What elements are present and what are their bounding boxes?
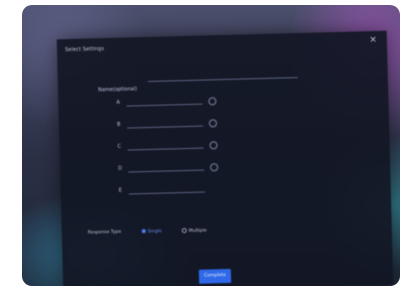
option-letter: B [116, 121, 121, 128]
radio-icon [181, 228, 187, 234]
name-row: Name(optional) [98, 70, 328, 95]
name-label: Name(optional) [98, 86, 138, 94]
option-row-e: E [119, 185, 239, 198]
option-letter: D [118, 165, 123, 172]
option-row-c: C [117, 141, 237, 154]
option-letter: A [116, 99, 120, 106]
option-d-input[interactable] [128, 169, 205, 173]
minus-circle-icon[interactable] [210, 163, 219, 172]
option-c-input[interactable] [127, 147, 204, 151]
option-row-a: A [116, 97, 236, 110]
response-type-row: Response Type Single Multiple [88, 226, 258, 240]
option-a-input[interactable] [126, 103, 203, 107]
option-row-b: B [117, 119, 237, 132]
dialog-title: Select Settings [64, 46, 105, 54]
single-radio-label: Single [147, 229, 162, 235]
multiple-radio-label: Multiple [188, 228, 207, 234]
option-row-d: D [118, 163, 238, 176]
close-icon[interactable]: × [369, 35, 377, 45]
response-type-label: Response Type [87, 229, 122, 236]
minus-circle-icon[interactable] [209, 141, 218, 150]
minus-circle-icon[interactable] [208, 119, 218, 128]
select-settings-dialog: Select Settings × Name(optional) A B C D [56, 30, 394, 286]
option-letter: C [117, 143, 122, 150]
complete-button[interactable]: Complete [198, 268, 232, 284]
screenshot-frame: Select Settings × Name(optional) A B C D [22, 5, 400, 286]
option-e-input[interactable] [128, 191, 205, 195]
minus-circle-icon[interactable] [208, 97, 217, 106]
radio-icon [141, 229, 146, 234]
option-b-input[interactable] [127, 125, 204, 129]
multiple-radio[interactable]: Multiple [181, 228, 207, 235]
single-radio[interactable]: Single [141, 229, 162, 235]
name-input[interactable] [147, 77, 298, 82]
option-letter: E [118, 187, 122, 194]
